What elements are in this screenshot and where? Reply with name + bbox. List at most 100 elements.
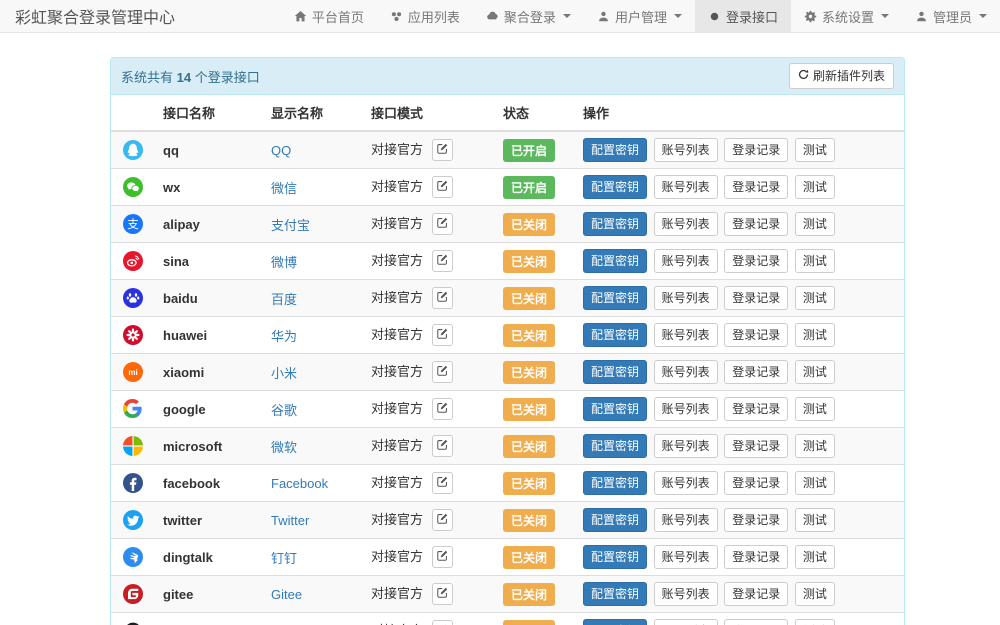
edit-mode-button[interactable] [432, 324, 453, 346]
edit-mode-button[interactable] [432, 398, 453, 420]
nav-item-users[interactable]: 用户管理 [584, 0, 695, 32]
display-name-link[interactable]: Facebook [271, 476, 328, 491]
configure-key-button[interactable]: 配置密钥 [583, 138, 647, 162]
login-records-button[interactable]: 登录记录 [724, 619, 788, 625]
account-list-button[interactable]: 账号列表 [654, 619, 718, 625]
display-name-link[interactable]: 微软 [271, 440, 297, 455]
edit-mode-button[interactable] [432, 546, 453, 568]
test-button[interactable]: 测试 [795, 545, 835, 569]
test-button[interactable]: 测试 [795, 138, 835, 162]
configure-key-button[interactable]: 配置密钥 [583, 323, 647, 347]
configure-key-button[interactable]: 配置密钥 [583, 360, 647, 384]
account-list-button[interactable]: 账号列表 [654, 545, 718, 569]
edit-mode-button[interactable] [432, 250, 453, 272]
brand-title[interactable]: 彩虹聚合登录管理中心 [0, 0, 190, 32]
edit-mode-button[interactable] [432, 287, 453, 309]
edit-mode-button[interactable] [432, 472, 453, 494]
edit-mode-button[interactable] [432, 213, 453, 235]
login-records-button[interactable]: 登录记录 [724, 323, 788, 347]
account-list-button[interactable]: 账号列表 [654, 138, 718, 162]
nav-item-apps[interactable]: 应用列表 [377, 0, 473, 32]
nav-item-oauth[interactable]: 聚合登录 [473, 0, 584, 32]
test-button[interactable]: 测试 [795, 323, 835, 347]
configure-key-button[interactable]: 配置密钥 [583, 249, 647, 273]
account-list-button[interactable]: 账号列表 [654, 471, 718, 495]
login-records-button[interactable]: 登录记录 [724, 138, 788, 162]
configure-key-button[interactable]: 配置密钥 [583, 434, 647, 458]
configure-key-button[interactable]: 配置密钥 [583, 212, 647, 236]
test-button[interactable]: 测试 [795, 582, 835, 606]
account-list-button[interactable]: 账号列表 [654, 397, 718, 421]
configure-key-button[interactable]: 配置密钥 [583, 471, 647, 495]
nav-item-home[interactable]: 平台首页 [281, 0, 377, 32]
nav-item-admin[interactable]: 管理员 [902, 0, 1000, 32]
login-records-button[interactable]: 登录记录 [724, 286, 788, 310]
edit-mode-button[interactable] [432, 509, 453, 531]
nav-item-connect[interactable]: 登录接口 [695, 0, 791, 32]
display-name-link[interactable]: 华为 [271, 329, 297, 344]
account-list-button[interactable]: 账号列表 [654, 175, 718, 199]
display-name-link[interactable]: 百度 [271, 292, 297, 307]
account-list-button[interactable]: 账号列表 [654, 434, 718, 458]
header-display-name: 显示名称 [263, 95, 363, 131]
display-name-link[interactable]: 小米 [271, 366, 297, 381]
display-name-link[interactable]: 支付宝 [271, 218, 310, 233]
configure-key-button[interactable]: 配置密钥 [583, 286, 647, 310]
display-name-link[interactable]: Twitter [271, 513, 309, 528]
account-list-button[interactable]: 账号列表 [654, 249, 718, 273]
test-button[interactable]: 测试 [795, 286, 835, 310]
display-name-link[interactable]: 微信 [271, 181, 297, 196]
test-button[interactable]: 测试 [795, 619, 835, 625]
configure-key-button[interactable]: 配置密钥 [583, 397, 647, 421]
test-button[interactable]: 测试 [795, 360, 835, 384]
display-name-link[interactable]: 微博 [271, 255, 297, 270]
display-name-link[interactable]: Gitee [271, 587, 302, 602]
login-records-button[interactable]: 登录记录 [724, 434, 788, 458]
login-records-button[interactable]: 登录记录 [724, 397, 788, 421]
edit-icon [437, 585, 448, 603]
test-button[interactable]: 测试 [795, 508, 835, 532]
edit-mode-button[interactable] [432, 361, 453, 383]
account-list-button[interactable]: 账号列表 [654, 360, 718, 384]
login-records-button[interactable]: 登录记录 [724, 545, 788, 569]
account-list-button[interactable]: 账号列表 [654, 508, 718, 532]
test-button[interactable]: 测试 [795, 471, 835, 495]
display-name-link[interactable]: 谷歌 [271, 403, 297, 418]
login-records-button[interactable]: 登录记录 [724, 249, 788, 273]
table-row: dingtalk 钉钉 对接官方 已关闭 配置密钥 账号列表 登录记录 测试 [111, 539, 904, 576]
configure-key-button[interactable]: 配置密钥 [583, 582, 647, 606]
edit-mode-button[interactable] [432, 176, 453, 198]
login-records-button[interactable]: 登录记录 [724, 471, 788, 495]
configure-key-button[interactable]: 配置密钥 [583, 545, 647, 569]
edit-mode-button[interactable] [432, 139, 453, 161]
account-list-button[interactable]: 账号列表 [654, 582, 718, 606]
nav-item-settings[interactable]: 系统设置 [791, 0, 902, 32]
display-name-link[interactable]: QQ [271, 143, 291, 158]
interface-name: qq [163, 143, 179, 158]
test-button[interactable]: 测试 [795, 397, 835, 421]
configure-key-button[interactable]: 配置密钥 [583, 508, 647, 532]
display-name-link[interactable]: 钉钉 [271, 551, 297, 566]
edit-mode-button[interactable] [432, 435, 453, 457]
chevron-down-icon [563, 14, 571, 18]
login-records-button[interactable]: 登录记录 [724, 360, 788, 384]
account-list-button[interactable]: 账号列表 [654, 286, 718, 310]
login-records-button[interactable]: 登录记录 [724, 175, 788, 199]
refresh-plugins-button[interactable]: 刷新插件列表 [789, 63, 894, 89]
test-button[interactable]: 测试 [795, 434, 835, 458]
edit-icon [437, 326, 448, 344]
configure-key-button[interactable]: 配置密钥 [583, 175, 647, 199]
interface-name: baidu [163, 291, 198, 306]
table-row: mi xiaomi 小米 对接官方 已关闭 配置密钥 账号列表 登录记录 测试 [111, 354, 904, 391]
edit-mode-button[interactable] [432, 583, 453, 605]
login-records-button[interactable]: 登录记录 [724, 582, 788, 606]
account-list-button[interactable]: 账号列表 [654, 323, 718, 347]
login-records-button[interactable]: 登录记录 [724, 212, 788, 236]
account-list-button[interactable]: 账号列表 [654, 212, 718, 236]
test-button[interactable]: 测试 [795, 212, 835, 236]
edit-mode-button[interactable] [432, 620, 453, 625]
test-button[interactable]: 测试 [795, 249, 835, 273]
test-button[interactable]: 测试 [795, 175, 835, 199]
configure-key-button[interactable]: 配置密钥 [583, 619, 647, 625]
login-records-button[interactable]: 登录记录 [724, 508, 788, 532]
